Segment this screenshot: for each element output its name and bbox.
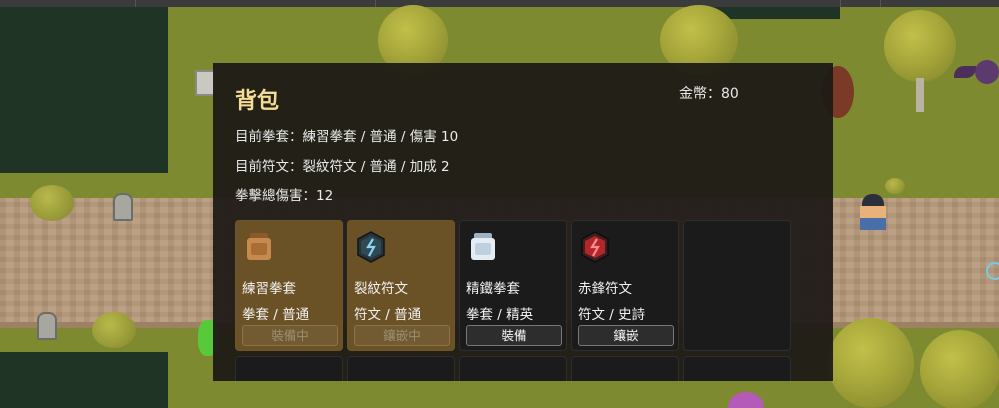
dark-grass-field (0, 7, 168, 173)
inlay-button[interactable]: 鑲嵌 (578, 325, 674, 346)
inventory-slot-empty[interactable] (683, 356, 791, 381)
inventory-slot-empty[interactable] (459, 356, 567, 381)
inventory-panel: 背包 金幣：80 目前拳套：練習拳套 / 普通 / 傷害 10 目前符文：裂紋符… (213, 63, 833, 381)
panel-title: 背包 (235, 89, 280, 114)
equip-button[interactable]: 裝備 (466, 325, 562, 346)
gravestone (37, 312, 57, 340)
crosshair-icon (986, 262, 999, 280)
rune-icon (357, 231, 385, 263)
inventory-slot-empty[interactable] (235, 356, 343, 381)
player-character (856, 194, 890, 232)
inventory-slot-crimson-rune[interactable]: 赤鋒符文 符文 / 史詩 鑲嵌 (571, 220, 679, 351)
inventory-slot-iron-gloves[interactable]: 精鐵拳套 拳套 / 精英 裝備 (459, 220, 567, 351)
equipped-button[interactable]: 裝備中 (242, 325, 338, 346)
inventory-slot-crack-rune[interactable]: 裂紋符文 符文 / 普通 鑲嵌中 (347, 220, 455, 351)
item-type-rarity: 符文 / 普通 (354, 307, 422, 323)
item-name: 精鐵拳套 (466, 281, 520, 297)
mushroom-monster (728, 392, 764, 408)
top-toolbar-strip (0, 0, 999, 7)
item-name: 裂紋符文 (354, 281, 408, 297)
item-type-rarity: 拳套 / 普通 (242, 307, 310, 323)
inlaid-button[interactable]: 鑲嵌中 (354, 325, 450, 346)
stone-block (195, 70, 215, 96)
current-rune-stat: 目前符文：裂紋符文 / 普通 / 加成 2 (235, 159, 450, 175)
gold-counter: 金幣：80 (679, 86, 739, 102)
bush (30, 185, 74, 221)
bat-monster (975, 60, 999, 84)
inventory-grid: 練習拳套 拳套 / 普通 裝備中 裂紋符文 符文 / 普通 鑲嵌中 精鐵拳套 拳… (235, 220, 815, 381)
rune-icon (581, 231, 609, 263)
item-name: 練習拳套 (242, 281, 296, 297)
item-name: 赤鋒符文 (578, 281, 632, 297)
tree (920, 330, 999, 408)
gravestone (113, 193, 133, 221)
bush (885, 178, 905, 194)
total-damage-stat: 拳擊總傷害：12 (235, 188, 334, 204)
inventory-slot-training-gloves[interactable]: 練習拳套 拳套 / 普通 裝備中 (235, 220, 343, 351)
dark-grass-field (0, 352, 168, 408)
bush (92, 312, 136, 348)
tree (884, 10, 956, 82)
item-type-rarity: 拳套 / 精英 (466, 307, 534, 323)
inventory-slot-empty[interactable] (571, 356, 679, 381)
inventory-slot-empty[interactable] (683, 220, 791, 351)
glove-icon (471, 233, 495, 260)
current-gloves-stat: 目前拳套：練習拳套 / 普通 / 傷害 10 (235, 129, 459, 145)
tree (828, 318, 914, 408)
item-type-rarity: 符文 / 史詩 (578, 307, 646, 323)
glove-icon (247, 233, 271, 260)
inventory-slot-empty[interactable] (347, 356, 455, 381)
